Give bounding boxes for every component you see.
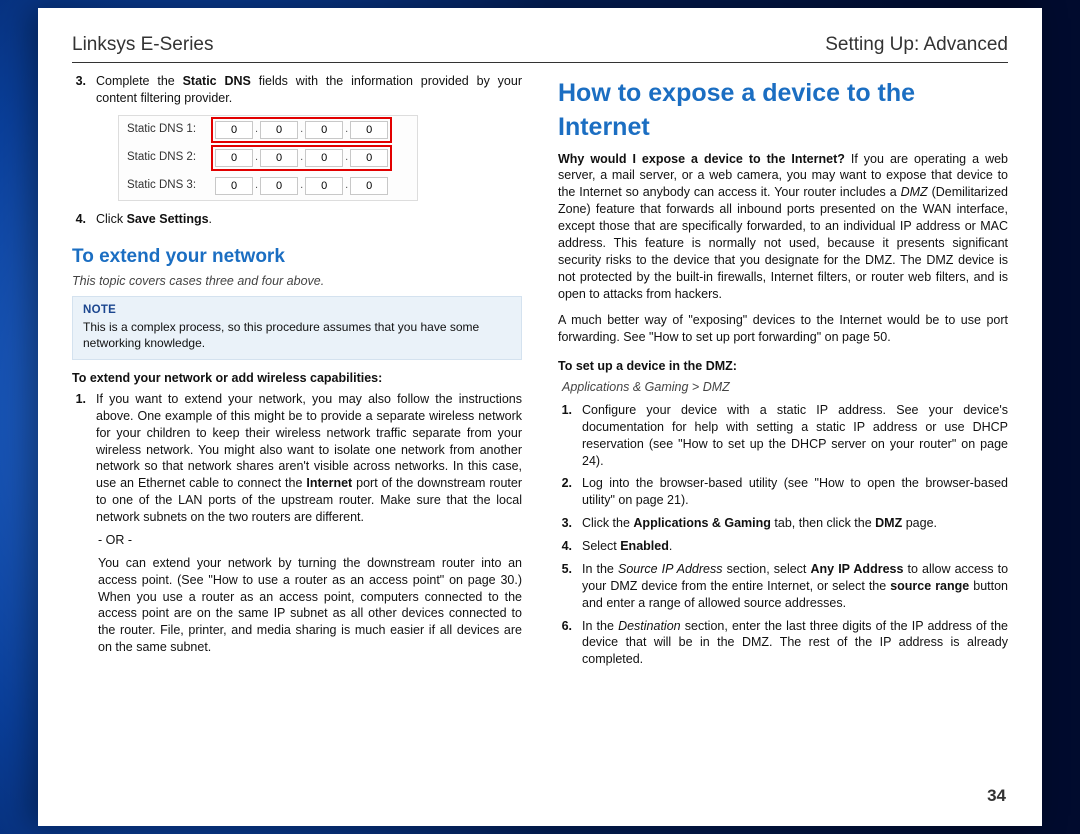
dot-separator: . (343, 150, 350, 165)
dns-octet-input[interactable] (215, 177, 253, 195)
dns-fields: ... (211, 117, 392, 143)
dns-fields: ... (211, 145, 392, 171)
dns-octet-input[interactable] (350, 149, 388, 167)
page-surface: Linksys E-Series Setting Up: Advanced 3.… (38, 8, 1042, 826)
subhead-extend-network: To extend your network (72, 244, 522, 270)
step-4: 4. Click Save Settings. (72, 211, 522, 228)
heading-expose-device: How to expose a device to the Internet (558, 77, 1008, 145)
dns-octet-input[interactable] (215, 121, 253, 139)
dmz-step-2: 2. Log into the browser-based utility (se… (558, 475, 1008, 509)
dns-octet-input[interactable] (305, 177, 343, 195)
step-marker: 1. (558, 402, 572, 470)
step-text: Click Save Settings. (96, 211, 522, 228)
dot-separator: . (253, 150, 260, 165)
dns-octet-input[interactable] (215, 149, 253, 167)
dot-separator: . (298, 178, 305, 193)
header-left: Linksys E-Series (72, 34, 214, 56)
step-marker: 2. (558, 475, 572, 509)
step-text: Select Enabled. (582, 538, 1008, 555)
dns-row-label: Static DNS 2: (119, 150, 211, 166)
step-text: Log into the browser-based utility (see … (582, 475, 1008, 509)
dot-separator: . (343, 178, 350, 193)
or-divider: - OR - (98, 532, 522, 549)
step-marker: 1. (72, 391, 86, 526)
dot-separator: . (298, 122, 305, 137)
port-forwarding-paragraph: A much better way of "exposing" devices … (558, 312, 1008, 346)
step-marker: 6. (558, 618, 572, 669)
dns-row-label: Static DNS 1: (119, 122, 211, 138)
note-label: NOTE (83, 303, 511, 319)
dns-octet-input[interactable] (260, 149, 298, 167)
dns-row-label: Static DNS 3: (119, 178, 211, 194)
right-column: How to expose a device to the Internet W… (558, 73, 1008, 674)
dmz-step-6: 6.In the Destination section, enter the … (558, 618, 1008, 669)
step-marker: 3. (72, 73, 86, 107)
dmz-step-5: 5.In the Source IP Address section, sele… (558, 561, 1008, 612)
step-marker: 4. (72, 211, 86, 228)
dmz-step-4: 4. Select Enabled. (558, 538, 1008, 555)
dot-separator: . (343, 122, 350, 137)
step-text: In the Source IP Address section, select… (582, 561, 1008, 612)
dns-octet-input[interactable] (350, 121, 388, 139)
note-body: This is a complex process, so this proce… (83, 319, 511, 351)
dns-octet-input[interactable] (260, 177, 298, 195)
step-marker: 4. (558, 538, 572, 555)
dns-fields: ... (211, 173, 392, 199)
left-column: 3. Complete the Static DNS fields with t… (72, 73, 522, 674)
extend-step-1: 1. If you want to extend your network, y… (72, 391, 522, 526)
dmz-setup-boldline: To set up a device in the DMZ: (558, 358, 1008, 375)
step-text: In the Destination section, enter the la… (582, 618, 1008, 669)
dns-row-1: Static DNS 1:... (119, 116, 417, 144)
dns-octet-input[interactable] (260, 121, 298, 139)
dns-row-2: Static DNS 2:... (119, 144, 417, 172)
page-header: Linksys E-Series Setting Up: Advanced (38, 8, 1042, 56)
step-text: Click the Applications & Gaming tab, the… (582, 515, 1008, 532)
note-box: NOTE This is a complex process, so this … (72, 296, 522, 360)
dmz-step-3: 3. Click the Applications & Gaming tab, t… (558, 515, 1008, 532)
step-3: 3. Complete the Static DNS fields with t… (72, 73, 522, 107)
dns-octet-input[interactable] (350, 177, 388, 195)
extend-network-boldline: To extend your network or add wireless c… (72, 370, 522, 387)
step-marker: 5. (558, 561, 572, 612)
header-right: Setting Up: Advanced (825, 34, 1008, 56)
dns-octet-input[interactable] (305, 121, 343, 139)
step-text: Complete the Static DNS fields with the … (96, 73, 522, 107)
extend-step-1-alt: You can extend your network by turning t… (98, 555, 522, 656)
breadcrumb-path: Applications & Gaming > DMZ (562, 379, 1008, 396)
dns-octet-input[interactable] (305, 149, 343, 167)
dns-row-3: Static DNS 3:... (119, 172, 417, 200)
static-dns-table: Static DNS 1:...Static DNS 2:...Static D… (118, 115, 418, 201)
topic-note-italic: This topic covers cases three and four a… (72, 273, 522, 290)
step-text: If you want to extend your network, you … (96, 391, 522, 526)
intro-paragraph: Why would I expose a device to the Inter… (558, 151, 1008, 303)
dot-separator: . (298, 150, 305, 165)
step-text: Configure your device with a static IP a… (582, 402, 1008, 470)
dot-separator: . (253, 178, 260, 193)
page-number: 34 (987, 786, 1006, 806)
dmz-step-1: 1.Configure your device with a static IP… (558, 402, 1008, 470)
dot-separator: . (253, 122, 260, 137)
step-marker: 3. (558, 515, 572, 532)
